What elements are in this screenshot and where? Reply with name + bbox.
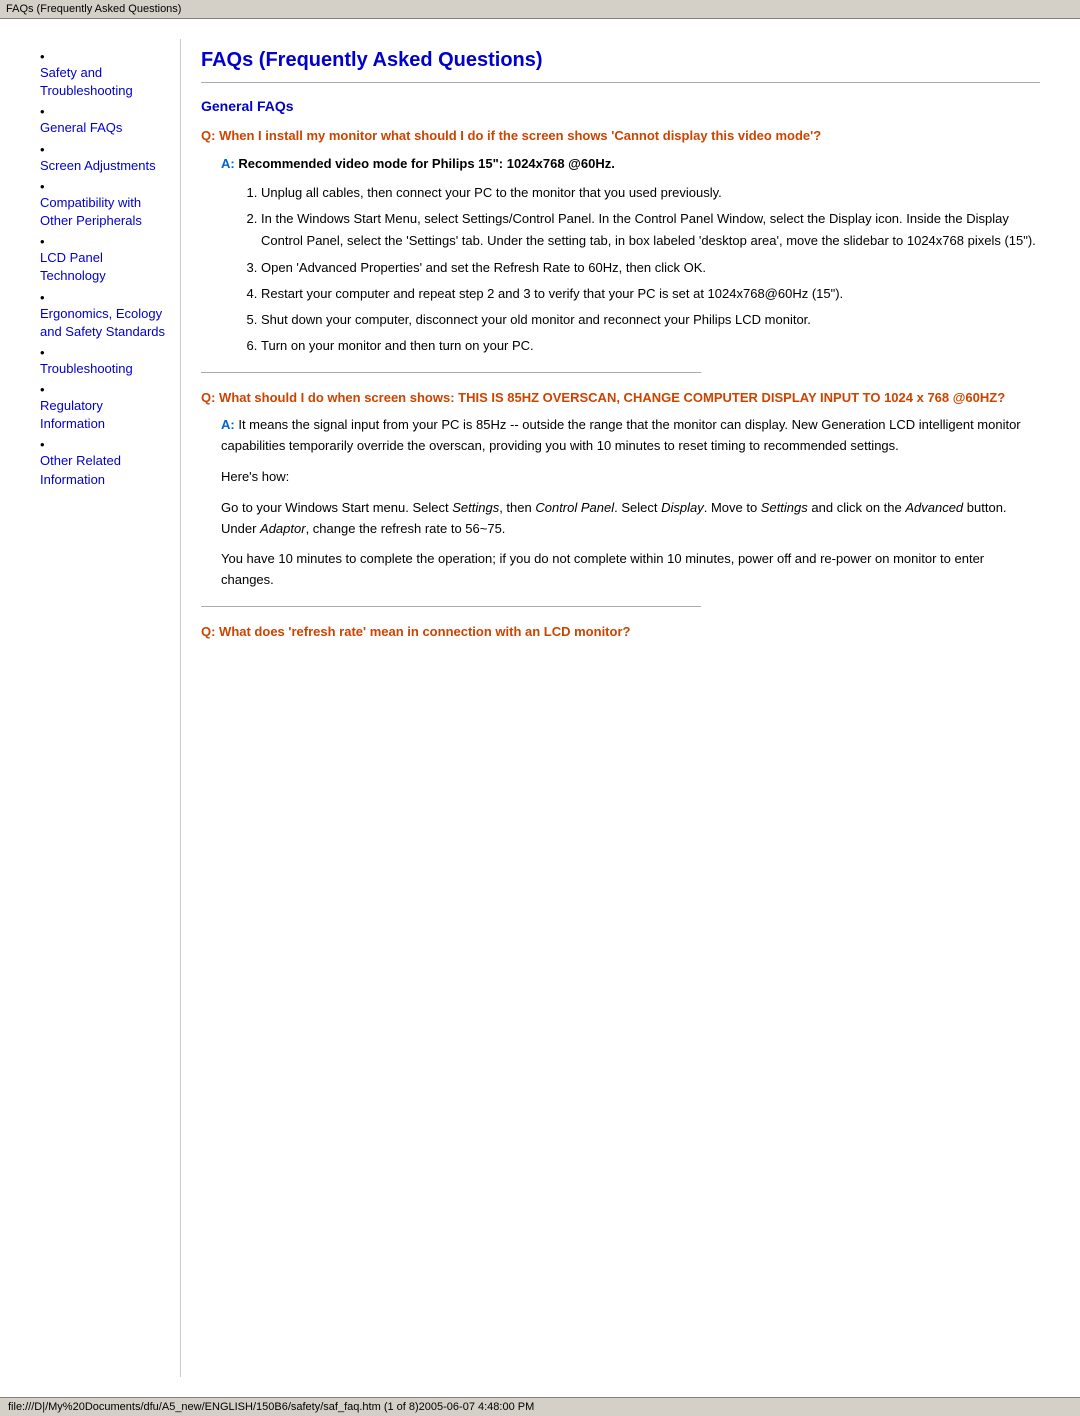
sidebar-link-general[interactable]: General FAQs (40, 119, 170, 137)
step-2: In the Windows Start Menu, select Settin… (261, 208, 1040, 252)
title-bar-text: FAQs (Frequently Asked Questions) (6, 3, 181, 15)
step-6: Turn on your monitor and then turn on yo… (261, 335, 1040, 357)
main-content: FAQs (Frequently Asked Questions) Genera… (180, 39, 1060, 1377)
question-3: Q: What does 'refresh rate' mean in conn… (201, 622, 1040, 642)
page-title: FAQs (Frequently Asked Questions) (201, 49, 1040, 72)
sidebar-link-regulatory[interactable]: Regulatory Information (40, 397, 170, 433)
question-3-text: Q: What does 'refresh rate' mean in conn… (201, 622, 1040, 642)
divider-2 (201, 606, 701, 607)
browser-window: • Safety and Troubleshooting • General F… (0, 19, 1080, 1416)
sidebar-item-general[interactable]: • General FAQs (40, 104, 170, 137)
step-5: Shut down your computer, disconnect your… (261, 309, 1040, 331)
sidebar-link-safety[interactable]: Safety and Troubleshooting (40, 64, 170, 100)
sidebar-item-compatibility[interactable]: • Compatibility with Other Peripherals (40, 179, 170, 230)
sidebar-item-safety[interactable]: • Safety and Troubleshooting (40, 49, 170, 100)
question-1-text: Q: When I install my monitor what should… (201, 126, 1040, 146)
sidebar-item-other[interactable]: • Other Related Information (40, 437, 170, 488)
answer-2-para-3: Go to your Windows Start menu. Select Se… (221, 498, 1040, 540)
sidebar-link-screen[interactable]: Screen Adjustments (40, 157, 170, 175)
sidebar-item-regulatory[interactable]: • Regulatory Information (40, 382, 170, 433)
sidebar-item-lcd[interactable]: • LCD Panel Technology (40, 234, 170, 285)
step-4: Restart your computer and repeat step 2 … (261, 283, 1040, 305)
sidebar: • Safety and Troubleshooting • General F… (20, 39, 180, 1377)
question-2-text: Q: What should I do when screen shows: T… (201, 388, 1040, 408)
answer-2-para-2: Here's how: (221, 467, 1040, 488)
title-bar: FAQs (Frequently Asked Questions) (0, 0, 1080, 19)
sidebar-link-compatibility[interactable]: Compatibility with Other Peripherals (40, 194, 170, 230)
step-3: Open 'Advanced Properties' and set the R… (261, 257, 1040, 279)
sidebar-item-troubleshooting[interactable]: • Troubleshooting (40, 345, 170, 378)
sidebar-item-screen[interactable]: • Screen Adjustments (40, 142, 170, 175)
question-1: Q: When I install my monitor what should… (201, 126, 1040, 357)
answer-2-para-1: A: It means the signal input from your P… (221, 415, 1040, 457)
question-2: Q: What should I do when screen shows: T… (201, 388, 1040, 591)
content-area: • Safety and Troubleshooting • General F… (0, 19, 1080, 1397)
answer-1-intro: A: Recommended video mode for Philips 15… (221, 154, 1040, 175)
status-bar-text: file:///D|/My%20Documents/dfu/A5_new/ENG… (8, 1401, 534, 1413)
status-bar: file:///D|/My%20Documents/dfu/A5_new/ENG… (0, 1397, 1080, 1416)
sidebar-item-ergonomics[interactable]: • Ergonomics, Ecology and Safety Standar… (40, 290, 170, 341)
section-title: General FAQs (201, 98, 1040, 114)
answer-1-block: A: Recommended video mode for Philips 15… (221, 154, 1040, 357)
sidebar-link-troubleshooting[interactable]: Troubleshooting (40, 360, 170, 378)
sidebar-link-other[interactable]: Other Related Information (40, 452, 170, 488)
answer-2-para-4: You have 10 minutes to complete the oper… (221, 549, 1040, 591)
divider-1 (201, 372, 701, 373)
answer-2-block: A: It means the signal input from your P… (221, 415, 1040, 591)
top-divider (201, 82, 1040, 83)
sidebar-link-lcd[interactable]: LCD Panel Technology (40, 249, 170, 285)
answer-1-steps: Unplug all cables, then connect your PC … (261, 182, 1040, 357)
sidebar-link-ergonomics[interactable]: Ergonomics, Ecology and Safety Standards (40, 305, 170, 341)
step-1: Unplug all cables, then connect your PC … (261, 182, 1040, 204)
